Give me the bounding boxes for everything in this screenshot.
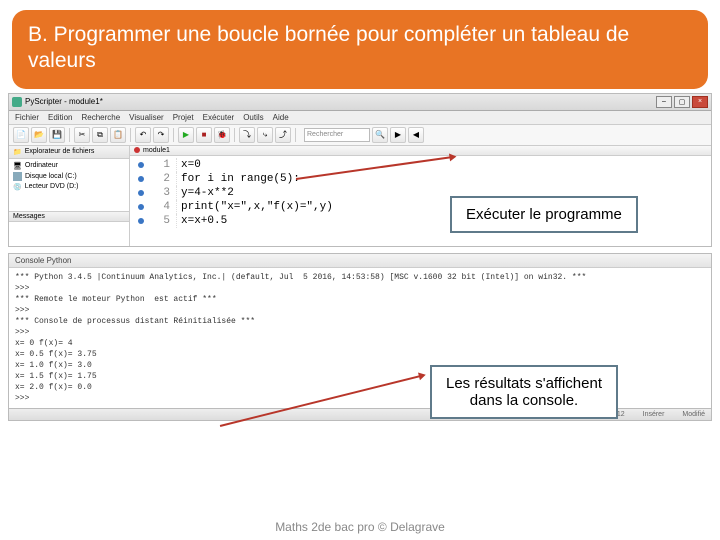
menu-run[interactable]: Exécuter <box>203 113 235 122</box>
prev-icon[interactable]: ◀ <box>408 127 424 143</box>
sidebar: 📁Explorateur de fichiers 🖥Ordinateur Dis… <box>9 146 130 246</box>
save-icon[interactable]: 💾 <box>49 127 65 143</box>
tree-item[interactable]: Disque local (C:) <box>13 172 125 181</box>
footer-credit: Maths 2de bac pro © Delagrave <box>0 520 720 534</box>
menu-help[interactable]: Aide <box>273 113 289 122</box>
copy-icon[interactable]: ⧉ <box>92 127 108 143</box>
stop-icon[interactable]: ■ <box>196 127 212 143</box>
section-title: B. Programmer une boucle bornée pour com… <box>28 22 692 75</box>
undo-icon[interactable]: ↶ <box>135 127 151 143</box>
menu-tools[interactable]: Outils <box>243 113 263 122</box>
tree-item[interactable]: 🖥Ordinateur <box>13 162 125 170</box>
step-icon[interactable]: ⤵ <box>239 127 255 143</box>
debug-icon[interactable]: 🐞 <box>214 127 230 143</box>
menu-search[interactable]: Recherche <box>81 113 120 122</box>
open-icon[interactable]: 📂 <box>31 127 47 143</box>
messages-panel <box>9 221 129 246</box>
maximize-button[interactable]: ▢ <box>674 96 690 108</box>
menu-project[interactable]: Projet <box>173 113 194 122</box>
search-input[interactable]: Rechercher <box>304 128 370 142</box>
paste-icon[interactable]: 📋 <box>110 127 126 143</box>
callout-result: Les résultats s'affichent dans la consol… <box>430 365 618 419</box>
window-title: PyScripter - module1* <box>25 97 103 106</box>
console-tab[interactable]: Console Python <box>9 254 711 268</box>
titlebar: PyScripter - module1* – ▢ × <box>9 94 711 111</box>
step-over-icon[interactable]: ⤷ <box>257 127 273 143</box>
menubar: Fichier Edition Recherche Visualiser Pro… <box>9 111 711 125</box>
close-button[interactable]: × <box>692 96 708 108</box>
next-icon[interactable]: ▶ <box>390 127 406 143</box>
toolbar: 📄 📂 💾 ✂ ⧉ 📋 ↶ ↷ ▶ ■ 🐞 ⤵ ⤷ ⤴ Rechercher 🔍… <box>9 125 711 146</box>
menu-view[interactable]: Visualiser <box>129 113 164 122</box>
cut-icon[interactable]: ✂ <box>74 127 90 143</box>
status-modified: Modifié <box>682 411 705 418</box>
sidebar-tab[interactable]: 📁Explorateur de fichiers <box>9 146 129 159</box>
section-header: B. Programmer une boucle bornée pour com… <box>12 10 708 89</box>
run-icon[interactable]: ▶ <box>178 127 194 143</box>
status-insert: Insérer <box>643 411 665 418</box>
step-out-icon[interactable]: ⤴ <box>275 127 291 143</box>
editor-tab[interactable]: module1 <box>130 146 711 156</box>
messages-header[interactable]: Messages <box>9 211 129 221</box>
callout-run: Exécuter le programme <box>450 196 638 233</box>
redo-icon[interactable]: ↷ <box>153 127 169 143</box>
tree-item[interactable]: 💿Lecteur DVD (D:) <box>13 183 125 191</box>
new-icon[interactable]: 📄 <box>13 127 29 143</box>
search-icon[interactable]: 🔍 <box>372 127 388 143</box>
menu-file[interactable]: Fichier <box>15 113 39 122</box>
minimize-button[interactable]: – <box>656 96 672 108</box>
app-icon <box>12 97 22 107</box>
menu-edit[interactable]: Edition <box>48 113 72 122</box>
